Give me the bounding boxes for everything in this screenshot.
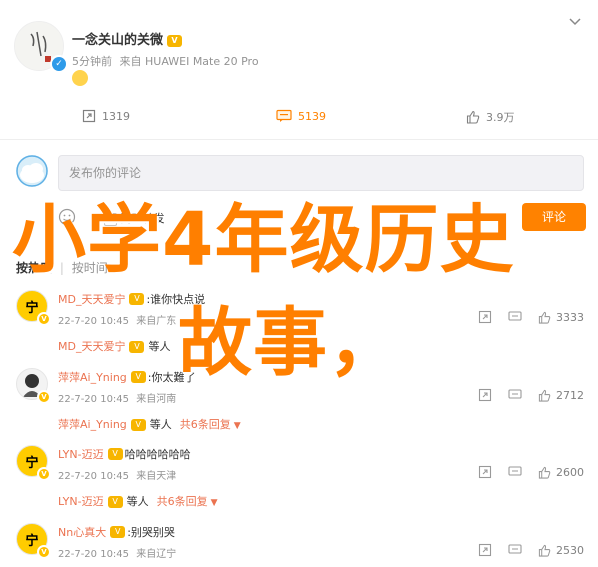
forward-icon[interactable] (478, 465, 492, 479)
comment-like-count: 2600 (556, 465, 584, 479)
verified-badge-icon: ✓ (50, 55, 68, 73)
reply-text: 等人 (149, 418, 172, 431)
commenter-name[interactable]: 萍萍Ai_Yning (58, 371, 127, 384)
comment-like-count: 2530 (556, 543, 584, 557)
comment-text: :别哭别哭 (127, 526, 175, 539)
comment-time: 22-7-20 10:45 (58, 394, 130, 405)
like-icon (538, 311, 551, 324)
comment-like-button[interactable]: 2712 (538, 389, 584, 402)
post-time: 5分钟前 (72, 55, 112, 68)
comment-actions: 2600 (478, 465, 584, 479)
comment-location: 来自天津 (136, 471, 177, 482)
reply-user[interactable]: LYN-迈迈 (58, 495, 104, 508)
vip-badge-icon: V (107, 447, 123, 460)
chevron-down-icon: ▼ (210, 498, 218, 508)
forward-icon (82, 109, 96, 123)
comment-actions: 2712 (478, 388, 584, 402)
reply-preview[interactable]: MD_天天爱宁 V 等人 (58, 338, 170, 354)
comment-icon[interactable] (508, 388, 522, 402)
comment-like-button[interactable]: 2530 (538, 544, 584, 557)
comment-meta: 22-7-20 10:45 来自广东 (58, 312, 176, 327)
forward-icon[interactable] (478, 543, 492, 557)
reply-user[interactable]: 萍萍Ai_Yning (58, 418, 127, 431)
comment-line: Nn心真大 V:别哭别哭 (58, 521, 175, 540)
commenter-name[interactable]: Nn心真大 (58, 526, 106, 539)
author-name-text[interactable]: 一念关山的关微 (72, 33, 163, 48)
comment-icon (276, 109, 292, 122)
comment-icon[interactable] (508, 465, 522, 479)
comment-actions: 3333 (478, 310, 584, 324)
vip-badge-icon: V (129, 341, 145, 353)
submit-comment-button[interactable]: 评论 (522, 203, 586, 231)
comment-text: 哈哈哈哈哈哈 (124, 448, 191, 461)
comment-like-count: 2712 (556, 388, 584, 402)
commenter-name[interactable]: MD_天天爱宁 (58, 293, 125, 306)
member-badge-icon: V (37, 390, 51, 404)
comment-meta: 22-7-20 10:45 来自河南 (58, 390, 176, 405)
post-source[interactable]: HUAWEI Mate 20 Pro (145, 55, 259, 68)
vip-badge-icon: V (130, 419, 146, 431)
comment-like-button[interactable]: 3333 (538, 311, 584, 324)
forward-count: 1319 (102, 109, 130, 123)
forward-button[interactable]: 1319 (82, 109, 130, 123)
like-icon (538, 544, 551, 557)
comment-location: 来自辽宁 (136, 549, 177, 560)
reply-text: 等人 (126, 495, 149, 508)
source-prefix: 来自 (119, 55, 142, 68)
vip-badge-icon: V (167, 34, 183, 47)
reply-text: 等人 (148, 340, 171, 353)
chevron-down-icon[interactable] (568, 14, 582, 28)
comment-time: 22-7-20 10:45 (58, 471, 130, 482)
comment-count: 5139 (298, 109, 326, 123)
reply-preview[interactable]: LYN-迈迈 V 等人 共6条回复 ▼ (58, 493, 218, 509)
comment-location: 来自河南 (136, 394, 177, 405)
comment-like-button[interactable]: 2600 (538, 466, 584, 479)
overlay-title-line1: 小学4年级历史 (12, 197, 515, 283)
member-badge-icon: V (37, 312, 51, 326)
default-avatar-icon (16, 155, 48, 187)
comment-icon[interactable] (508, 543, 522, 557)
emoji-icon (72, 70, 88, 86)
vip-badge-icon: V (107, 496, 123, 508)
reply-count-link[interactable]: 共6条回复 (180, 418, 231, 431)
overlay-title-line2: 故事， (178, 300, 403, 386)
like-icon (538, 389, 551, 402)
like-icon (538, 466, 551, 479)
vip-badge-icon: V (110, 525, 126, 538)
comment-input[interactable]: 发布你的评论 (58, 155, 584, 191)
comment-icon[interactable] (508, 310, 522, 324)
comment-meta: 22-7-20 10:45 来自天津 (58, 467, 176, 482)
comment-actions: 2530 (478, 543, 584, 557)
chevron-down-icon: ▼ (233, 421, 241, 431)
vip-badge-icon: V (129, 292, 145, 305)
current-user-avatar[interactable] (16, 155, 48, 187)
reply-user[interactable]: MD_天天爱宁 (58, 340, 125, 353)
commenter-name[interactable]: LYN-迈迈 (58, 448, 104, 461)
comment-location: 来自广东 (136, 316, 177, 327)
comment-button[interactable]: 5139 (276, 109, 326, 123)
comment-time: 22-7-20 10:45 (58, 316, 130, 327)
comment-line: 萍萍Ai_Yning V:你太難了 (58, 366, 196, 385)
reply-preview[interactable]: 萍萍Ai_Yning V 等人 共6条回复 ▼ (58, 416, 241, 432)
comment-meta: 22-7-20 10:45 来自辽宁 (58, 545, 176, 560)
like-count: 3.9万 (486, 111, 515, 124)
member-badge-icon: V (37, 545, 51, 559)
author-name[interactable]: 一念关山的关微 V (72, 29, 183, 48)
comment-line: LYN-迈迈 V 哈哈哈哈哈哈 (58, 443, 191, 462)
post-meta: 5分钟前 来自 HUAWEI Mate 20 Pro (72, 53, 259, 69)
comment-like-count: 3333 (556, 310, 584, 324)
vip-badge-icon: V (130, 370, 146, 383)
forward-icon[interactable] (478, 388, 492, 402)
member-badge-icon: V (37, 467, 51, 481)
reply-count-link[interactable]: 共6条回复 (157, 495, 208, 508)
like-button[interactable]: 3.9万 (466, 109, 515, 125)
forward-icon[interactable] (478, 310, 492, 324)
like-icon (466, 110, 480, 124)
comment-time: 22-7-20 10:45 (58, 549, 130, 560)
divider (0, 139, 598, 140)
